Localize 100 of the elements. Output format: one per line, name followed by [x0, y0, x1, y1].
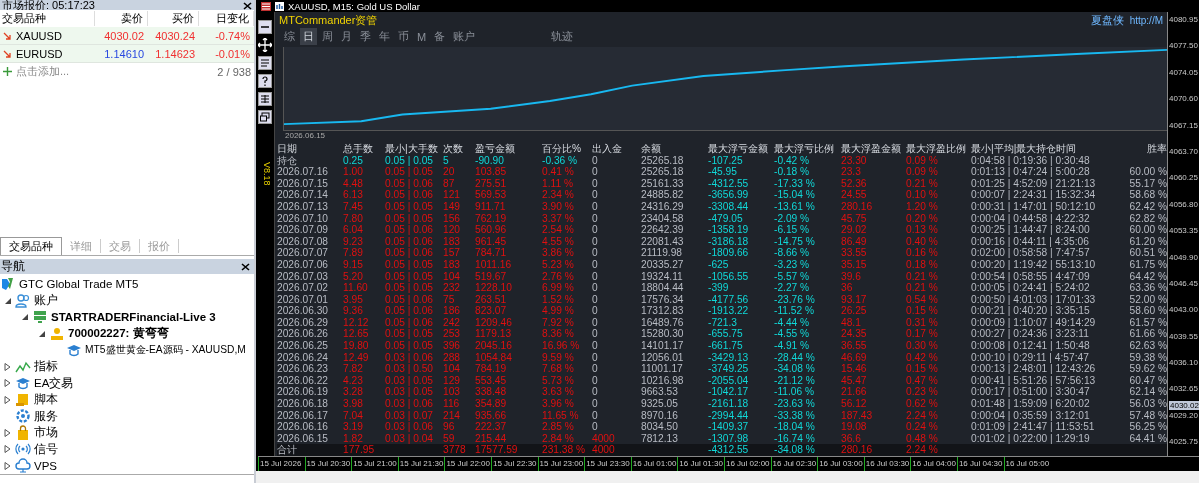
- tab[interactable]: 币: [395, 28, 412, 46]
- minimize-icon[interactable]: [258, 20, 272, 34]
- expand-icon[interactable]: [4, 362, 12, 371]
- table-cell-text: -34.08 %: [774, 444, 816, 456]
- graduation-cap-icon[interactable]: [15, 375, 31, 392]
- tree-item[interactable]: 市场: [34, 425, 58, 441]
- brand-name: 夏盘侠: [1090, 12, 1124, 28]
- price-label: 4070.60: [1169, 94, 1198, 104]
- table-cell-text: 231.38 %: [542, 444, 587, 456]
- tab[interactable]: M: [414, 29, 430, 44]
- tab[interactable]: 账户: [450, 28, 479, 46]
- collapse-icon[interactable]: [4, 296, 12, 305]
- table-icon[interactable]: [261, 1, 271, 11]
- tree-item[interactable]: 信号: [34, 441, 58, 457]
- move-icon[interactable]: [258, 38, 272, 52]
- tree-item[interactable]: MT5盛世黄金-EA源码 - XAUUSD,M: [85, 343, 246, 358]
- tree-item[interactable]: EA交易: [34, 375, 74, 391]
- symbol-name[interactable]: EURUSD: [16, 47, 63, 60]
- link[interactable]: http://M: [1129, 14, 1163, 26]
- column-header: 次数: [443, 142, 464, 155]
- table-cell-text: 12056.01: [641, 351, 685, 364]
- table-cell-text: 3778: [443, 444, 467, 456]
- price-label: 4029.20: [1169, 410, 1198, 420]
- tab[interactable]: 月: [338, 28, 355, 46]
- table-cell-text: 59.38 %: [1129, 351, 1168, 364]
- expand-icon[interactable]: [4, 428, 12, 437]
- cloud-icon[interactable]: [15, 457, 31, 474]
- gear-icon[interactable]: [15, 408, 31, 425]
- tree-item[interactable]: 指标: [34, 359, 58, 375]
- close-icon[interactable]: [241, 262, 250, 271]
- grid-icon[interactable]: [258, 92, 272, 106]
- table-cell-text: -21.12 %: [774, 374, 816, 387]
- table-cell-text: 22081.43: [641, 235, 685, 248]
- table-cell-text: 24.55: [841, 189, 868, 201]
- tab[interactable]: 轨迹: [548, 28, 577, 46]
- shopping-bag-icon[interactable]: [15, 424, 31, 441]
- expand-icon[interactable]: [4, 445, 12, 454]
- row-label: 2026.06.15: [277, 432, 329, 444]
- table-cell-text: 0.03 | 0.05: [385, 386, 434, 399]
- date-label: 2026.06.15: [285, 131, 326, 141]
- tree-item[interactable]: 700002227: 黄弯弯: [68, 326, 169, 342]
- table-cell-text: 0:00:21 | 0:40:20 | 3:35:15: [971, 305, 1091, 317]
- column-header: 总手数: [343, 142, 374, 155]
- graduation-cap-icon[interactable]: [66, 342, 82, 359]
- table-cell-text: 17576.34: [641, 293, 685, 306]
- tree-item[interactable]: 服务: [34, 408, 58, 424]
- help-icon[interactable]: [258, 74, 272, 88]
- collapse-icon[interactable]: [38, 329, 46, 338]
- bid-price: 4030.02: [103, 29, 145, 42]
- table-cell-text: 0: [592, 398, 599, 410]
- scroll-icon[interactable]: [15, 391, 31, 408]
- table-cell-text: 0.05 | 0.06: [385, 224, 434, 236]
- table-cell-text: 0.03 | 0.06: [385, 398, 434, 410]
- tab[interactable]: 周: [319, 28, 336, 46]
- table-cell-text: 16.96 %: [542, 340, 581, 352]
- tree-item[interactable]: 账户: [34, 293, 58, 309]
- collapse-icon[interactable]: [21, 313, 29, 322]
- table-cell-text: 0.13 %: [906, 224, 939, 236]
- column-header[interactable]: 交易品种: [0, 11, 95, 26]
- table-cell-text: -1056.55: [708, 270, 750, 283]
- ask-price: 4030.24: [154, 29, 196, 42]
- row-label: 2026.06.30: [277, 305, 329, 317]
- tree-item[interactable]: VPS: [34, 459, 57, 472]
- table-cell-text: -18.04 %: [774, 421, 816, 433]
- column-header[interactable]: 日变化: [199, 11, 254, 26]
- globe-icon[interactable]: [0, 276, 16, 293]
- document-icon[interactable]: [258, 56, 272, 70]
- down-arrow-icon: [3, 31, 11, 40]
- add-symbol-link[interactable]: 点击添加...: [16, 64, 70, 79]
- close-icon[interactable]: [243, 2, 252, 10]
- tab[interactable]: 备: [431, 28, 449, 46]
- expand-icon[interactable]: [4, 395, 12, 404]
- table-cell-text: 15.46: [841, 363, 868, 375]
- tree-item[interactable]: 脚本: [34, 392, 58, 408]
- table-cell-text: 0: [592, 212, 599, 225]
- tab[interactable]: 日: [300, 28, 317, 46]
- tree-item[interactable]: STARTRADERFinancial-Live 3: [51, 311, 216, 324]
- table-cell-text: 354.89: [475, 398, 508, 410]
- tab[interactable]: 季: [357, 28, 374, 46]
- column-header[interactable]: 买价: [148, 11, 199, 26]
- plus-icon[interactable]: [3, 67, 12, 76]
- tab[interactable]: 交易品种: [0, 237, 62, 255]
- table-cell-text: -0.42 %: [774, 154, 811, 167]
- table-cell-text: 8034.50: [641, 421, 679, 433]
- tree-item[interactable]: GTC Global Trade MT5: [19, 278, 139, 291]
- symbol-name[interactable]: XAUUSD: [16, 29, 62, 42]
- table-cell-text: -11.52 %: [774, 305, 816, 317]
- table-cell-text: -6.15 %: [774, 224, 811, 236]
- tab[interactable]: 年: [376, 28, 393, 46]
- tab[interactable]: 综: [281, 28, 298, 46]
- column-header: 最大浮盈比例: [906, 142, 967, 155]
- column-header: 出入金: [592, 142, 623, 155]
- windows-icon[interactable]: [258, 110, 272, 124]
- table-cell-text: 7.04: [343, 409, 364, 422]
- table-cell-text: 0.42 %: [906, 351, 939, 364]
- column-header[interactable]: 卖价: [95, 11, 148, 26]
- expand-icon[interactable]: [4, 461, 12, 470]
- row-label: 2026.07.01: [277, 293, 329, 306]
- table-cell-text: -625: [708, 258, 730, 271]
- expand-icon[interactable]: [4, 379, 12, 388]
